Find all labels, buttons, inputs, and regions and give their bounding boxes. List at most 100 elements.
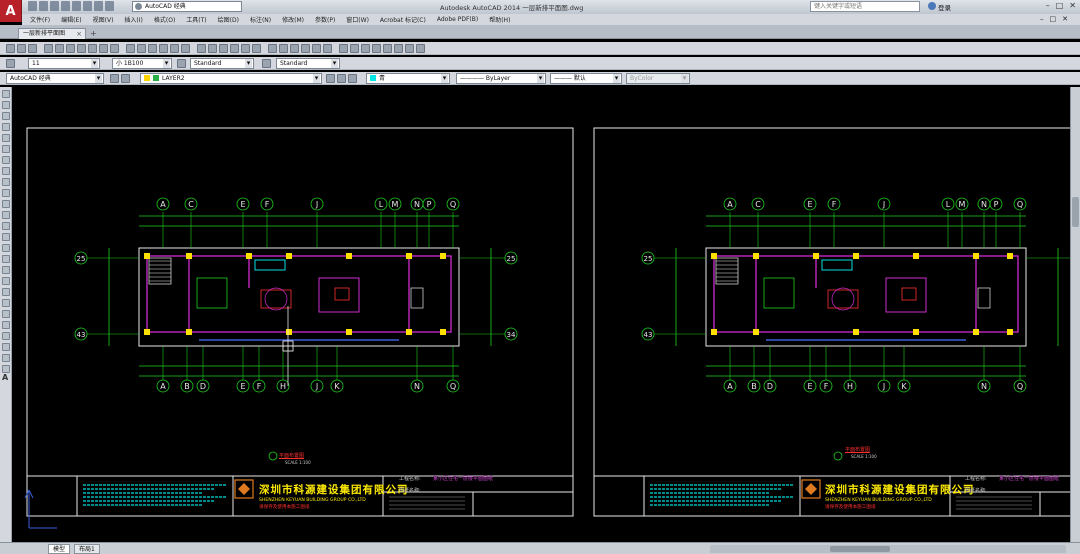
draw-tool-icon[interactable] [2,310,10,318]
draw-tool-icon[interactable] [2,211,10,219]
redo-icon[interactable] [94,1,103,11]
draw-tool-icon[interactable] [2,233,10,241]
annotation-scale-select[interactable]: 小 1B100 [112,58,172,69]
lineweight-select[interactable]: ——— 默认 [550,73,622,84]
dropdown-icon[interactable] [105,1,114,11]
menu-item-5[interactable]: 工具(T) [186,15,206,24]
toolbar-tool-icon[interactable] [279,44,288,53]
layer-manager-icon[interactable] [121,74,130,83]
toolbar-tool-icon[interactable] [252,44,261,53]
close-button[interactable]: ✕ [1069,1,1076,10]
search-input[interactable]: 键入关键字或短语 [810,1,920,12]
toolbar-tool-icon[interactable] [197,44,206,53]
toolbar-tool-icon[interactable] [383,44,392,53]
draw-tool-icon[interactable] [2,321,10,329]
draw-tool-icon[interactable] [2,222,10,230]
print-icon[interactable] [72,1,81,11]
toolbar-tool-icon[interactable] [170,44,179,53]
toolbar-tool-icon[interactable] [44,44,53,53]
text-style-icons[interactable] [6,59,15,68]
scroll-thumb[interactable] [1072,197,1079,227]
minimize-button[interactable]: – [1046,1,1050,10]
multileader-icons[interactable] [262,59,271,68]
toolbar-tool-icon[interactable] [28,44,37,53]
draw-tool-icon[interactable] [2,167,10,175]
draw-tool-icon[interactable] [2,145,10,153]
toolbar-tool-icon[interactable] [361,44,370,53]
draw-tool-icon[interactable] [2,189,10,197]
toolbar-tool-icon[interactable] [241,44,250,53]
draw-tool-icon[interactable] [2,266,10,274]
document-controls[interactable]: –□✕ [1040,15,1074,23]
help-icons[interactable] [928,2,936,10]
person-icon[interactable] [928,2,936,10]
tab-model[interactable]: 模型 [48,544,71,554]
gear-icon[interactable] [110,74,119,83]
menu-item-12[interactable]: Adobe PDF(B) [437,16,478,23]
new-file-icon[interactable] [28,1,37,11]
draw-tool-icon[interactable] [2,178,10,186]
draw-tool-icon[interactable] [2,200,10,208]
toolbar-tool-icon[interactable] [301,44,310,53]
drawing-canvas[interactable]: A C E F J L M N P Q A B D E F H J K N Q 25 43 25 34 A C E F J L M N P Q A B… [13,88,1070,542]
layer-icons[interactable] [326,74,357,83]
horizontal-scrollbar[interactable] [710,545,1066,553]
color-select[interactable]: 青 [366,73,450,84]
menu-item-8[interactable]: 修改(M) [282,15,304,24]
draw-tool-icon[interactable] [2,123,10,131]
toolbar-tool-icon[interactable] [148,44,157,53]
toolbar-tool-icon[interactable] [290,44,299,53]
text-style-select[interactable]: Standard [190,58,254,69]
standard-toolbar-icons[interactable] [6,44,425,53]
maximize-button[interactable]: □ [1056,1,1064,10]
menu-item-13[interactable]: 帮助(H) [489,15,510,24]
table-style-icon[interactable] [177,59,186,68]
workspace-combo[interactable]: AutoCAD 经典 [6,73,104,84]
text-style-icon[interactable] [6,59,15,68]
draw-tool-icon[interactable] [2,343,10,351]
style-icons[interactable] [177,59,186,68]
quick-access-toolbar[interactable] [28,1,114,11]
toolbar-tool-icon[interactable] [6,44,15,53]
match-layer-icon[interactable] [348,74,357,83]
toolbar-tool-icon[interactable] [230,44,239,53]
table-style-select[interactable]: Standard [276,58,340,69]
open-file-icon[interactable] [39,1,48,11]
menu-item-2[interactable]: 视图(V) [93,15,114,24]
draw-tool-icon[interactable] [2,277,10,285]
draw-tool-icon[interactable] [2,299,10,307]
linetype-select[interactable]: ———— ByLayer [456,73,546,84]
draw-tool-icon[interactable] [2,288,10,296]
layer-previous-icon[interactable] [326,74,335,83]
toolbar-tool-icon[interactable] [394,44,403,53]
login-link[interactable]: 登录 [938,2,951,12]
menu-item-6[interactable]: 绘图(D) [218,15,239,24]
draw-tool-icon[interactable] [2,365,10,373]
toolbar-tool-icon[interactable] [416,44,425,53]
toolbar-tool-icon[interactable] [137,44,146,53]
toolbar-tool-icon[interactable] [350,44,359,53]
draw-tool-icon[interactable] [2,156,10,164]
text-height-select[interactable]: 11 [28,58,100,69]
workspace-gear-icons[interactable] [110,74,130,83]
layer-select[interactable]: LAYER2 [140,73,322,84]
menu-item-3[interactable]: 插入(I) [124,15,142,24]
save-icon[interactable] [50,1,59,11]
menu-item-9[interactable]: 参数(P) [315,15,335,24]
toolbar-tool-icon[interactable] [99,44,108,53]
multiline-text-icon[interactable]: A [2,373,11,382]
toolbar-tool-icon[interactable] [55,44,64,53]
draw-tool-icon[interactable] [2,244,10,252]
draw-tool-icon[interactable] [2,112,10,120]
menu-item-11[interactable]: Acrobat 标记(C) [380,15,426,24]
toolbar-tool-icon[interactable] [110,44,119,53]
menu-item-7[interactable]: 标注(N) [250,15,271,24]
toolbar-tool-icon[interactable] [126,44,135,53]
draw-tool-icon[interactable] [2,354,10,362]
toolbar-tool-icon[interactable] [66,44,75,53]
save-as-icon[interactable] [61,1,70,11]
close-tab-icon[interactable]: × [76,29,82,39]
multileader-icon[interactable] [262,59,271,68]
window-controls[interactable]: – □ ✕ [1046,1,1076,10]
autocad-logo-icon[interactable]: A [0,0,22,22]
